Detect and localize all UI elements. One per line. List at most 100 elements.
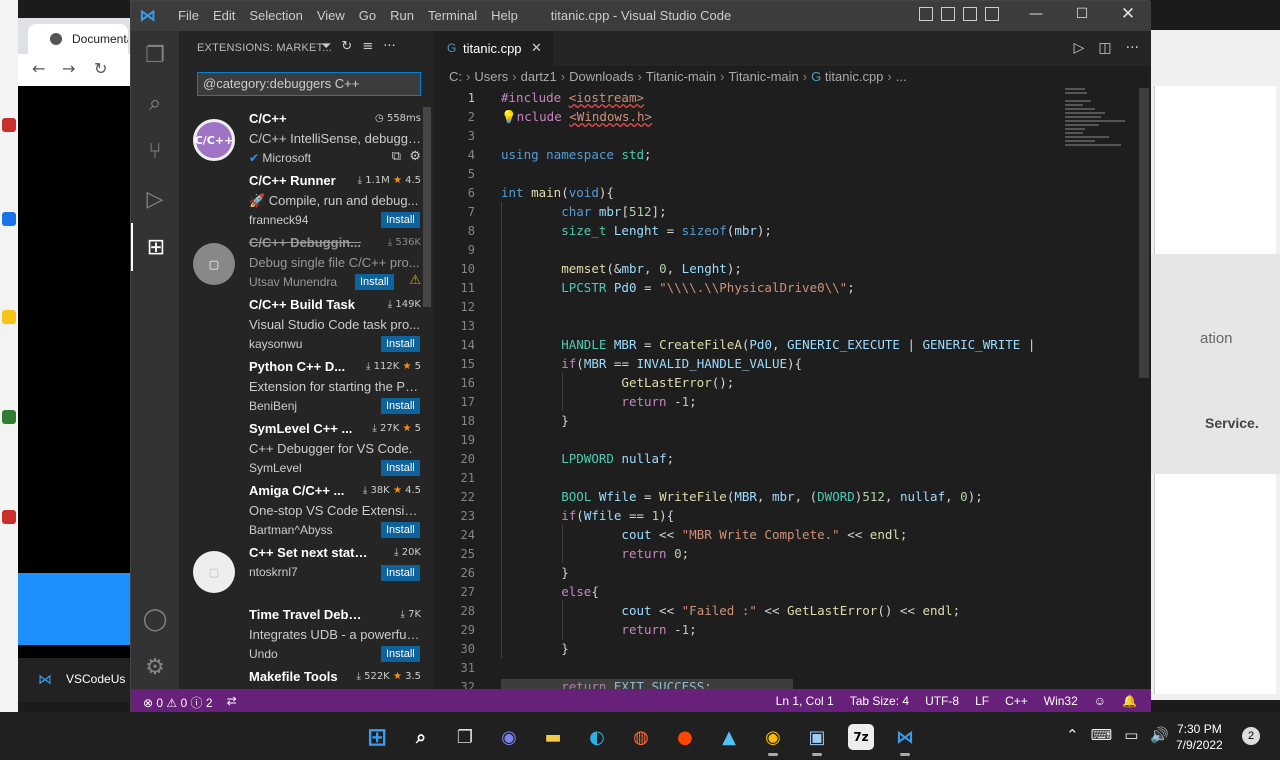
deprecated-warning-icon[interactable]: ⚠ — [409, 273, 421, 288]
sidebar-scrollbar[interactable] — [423, 107, 431, 307]
notification-badge[interactable]: 2 — [1242, 727, 1260, 745]
extension-item[interactable]: SymLevel C++ ... ⤓ 27K ★ 5 C++ Debugger … — [179, 417, 433, 479]
install-button[interactable]: Install — [381, 646, 420, 662]
extensions-search-input[interactable]: @category:debuggers C++ — [197, 72, 421, 96]
install-button[interactable]: Install — [381, 522, 420, 538]
file-explorer-icon[interactable]: ▬ — [540, 724, 566, 750]
extension-item[interactable]: C/C++ Runner ⤓ 1.1M ★ 4.5 🚀 Compile, run… — [179, 169, 433, 231]
breadcrumb-item[interactable]: Titanic-main — [728, 69, 798, 84]
keyboard-icon[interactable]: ⌨ — [1091, 726, 1113, 744]
tab-titanic-cpp[interactable]: G titanic.cpp ✕ — [433, 31, 553, 66]
forward-arrow-icon[interactable]: → — [62, 59, 75, 78]
extension-item[interactable]: Makefile Tools ⤓ 522K ★ 3.5 — [179, 665, 433, 689]
close-tab-icon[interactable]: ✕ — [531, 40, 542, 56]
live-share-icon[interactable]: ⇄ — [227, 694, 237, 711]
photos-icon[interactable]: ▲ — [716, 724, 742, 750]
source-control-icon[interactable]: ⑂ — [131, 127, 179, 175]
reddit-icon[interactable]: ● — [672, 724, 698, 750]
platform-config[interactable]: Win32 — [1044, 694, 1078, 708]
reload-icon[interactable]: ↻ — [94, 59, 107, 78]
extension-settings-gear-icon[interactable]: ⚙ — [409, 149, 421, 164]
close-button[interactable]: ✕ — [1105, 1, 1151, 31]
maximize-button[interactable]: ☐ — [1059, 1, 1105, 31]
run-debug-icon[interactable]: ▷ — [131, 175, 179, 223]
search-icon[interactable]: ⌕ — [131, 79, 179, 127]
notifications-bell-icon[interactable]: 🔔 — [1122, 694, 1137, 708]
chrome-icon[interactable]: ◉ — [760, 724, 786, 756]
menu-go[interactable]: Go — [352, 1, 383, 30]
breadcrumb-item[interactable]: Users — [474, 69, 508, 84]
extensions-icon[interactable]: ⊞ — [131, 223, 179, 271]
minimap[interactable] — [1065, 88, 1139, 158]
menu-edit[interactable]: Edit — [206, 1, 242, 30]
editor-horizontal-scrollbar[interactable] — [501, 679, 793, 689]
accounts-icon[interactable]: ◯ — [131, 595, 179, 643]
search-icon[interactable]: ⌕ — [408, 724, 434, 750]
back-arrow-icon[interactable]: ← — [32, 59, 45, 78]
extension-item[interactable]: Amiga C/C++ ... ⤓ 38K ★ 4.5 One-stop VS … — [179, 479, 433, 541]
toggle-panel-icon[interactable] — [941, 7, 955, 21]
task-view-icon[interactable]: ❐ — [452, 724, 478, 750]
network-icon[interactable]: ▭ — [1124, 726, 1138, 744]
background-taskbar-item[interactable]: ⋈ VSCodeUs — [18, 658, 130, 702]
extension-item[interactable]: ▢ C++ Set next state... ⤓ 20K ntoskrnl7 … — [179, 541, 433, 603]
menu-terminal[interactable]: Terminal — [421, 1, 484, 30]
more-actions-icon[interactable]: ··· — [383, 39, 395, 54]
more-actions-icon[interactable]: ··· — [1126, 40, 1139, 56]
filter-icon[interactable]: ⏷ — [321, 39, 331, 54]
breadcrumb-item[interactable]: dartz1 — [521, 69, 557, 84]
problems-indicator[interactable]: ⊗ 0 ⚠ 0 ⓘ 2 — [143, 694, 213, 711]
volume-icon[interactable]: 🔊 — [1150, 726, 1169, 744]
install-button[interactable]: Install — [381, 460, 420, 476]
feedback-icon[interactable]: ☺ — [1094, 694, 1106, 708]
cursor-position[interactable]: Ln 1, Col 1 — [776, 694, 834, 708]
install-button[interactable]: Install — [355, 274, 394, 290]
toggle-secondary-sidebar-icon[interactable] — [963, 7, 977, 21]
customize-layout-icon[interactable] — [985, 7, 999, 21]
extension-item[interactable]: ▢ C/C++ Debuggin... ⤓ 536K Debug single … — [179, 231, 433, 293]
language-mode[interactable]: C++ — [1005, 694, 1028, 708]
encoding[interactable]: UTF-8 — [925, 694, 959, 708]
breadcrumb-item[interactable]: C: — [449, 69, 462, 84]
run-code-icon[interactable]: ▷ — [1074, 40, 1085, 56]
breadcrumb-item[interactable]: Downloads — [569, 69, 633, 84]
breadcrumb-item[interactable]: Titanic-main — [646, 69, 716, 84]
breadcrumb-item[interactable]: titanic.cpp — [825, 69, 884, 84]
install-button[interactable]: Install — [381, 398, 420, 414]
edge-icon[interactable]: ◐ — [584, 724, 610, 750]
chevron-up-icon[interactable]: ⌃ — [1066, 726, 1079, 744]
menu-help[interactable]: Help — [484, 1, 525, 30]
toggle-sidebar-icon[interactable] — [919, 7, 933, 21]
windows-start-icon[interactable]: ⊞ — [364, 723, 390, 751]
minimize-button[interactable]: — — [1013, 1, 1059, 31]
clear-results-icon[interactable]: ≡ — [362, 39, 373, 54]
menu-view[interactable]: View — [310, 1, 352, 30]
breadcrumb-item[interactable]: ... — [896, 69, 907, 84]
install-button[interactable]: Install — [381, 212, 420, 228]
teams-chat-icon[interactable]: ◉ — [496, 724, 522, 750]
menu-selection[interactable]: Selection — [242, 1, 309, 30]
clock[interactable]: 7:30 PM 7/9/2022 — [1176, 721, 1223, 753]
lightbulb-icon[interactable]: 💡 — [501, 109, 517, 124]
firefox-icon[interactable]: ◍ — [628, 724, 654, 750]
menu-run[interactable]: Run — [383, 1, 421, 30]
extension-item[interactable]: Time Travel Debug ... ⤓ 7K Integrates UD… — [179, 603, 433, 665]
install-button[interactable]: Install — [381, 565, 420, 581]
explorer-icon[interactable]: ❐ — [131, 31, 179, 79]
refresh-icon[interactable]: ↻ — [341, 39, 352, 54]
menu-file[interactable]: File — [171, 1, 206, 30]
manage-gear-icon[interactable]: ⚙ — [131, 643, 179, 691]
split-editor-icon[interactable]: ◫ — [1098, 40, 1111, 56]
end-of-line[interactable]: LF — [975, 694, 989, 708]
sync-ignored-icon[interactable]: ⧉ — [392, 149, 401, 164]
tab-size[interactable]: Tab Size: 4 — [850, 694, 909, 708]
vscode-icon[interactable]: ⋈ — [892, 724, 918, 756]
extension-item[interactable]: C/C++ C/C++ ◷ 558ms C/C++ IntelliSense, … — [179, 107, 433, 169]
editor-vertical-scrollbar[interactable] — [1139, 88, 1149, 378]
extension-item[interactable]: Python C++ D... ⤓ 112K ★ 5 Extension for… — [179, 355, 433, 417]
extension-item[interactable]: C/C++ Build Task ⤓ 149K Visual Studio Co… — [179, 293, 433, 355]
installer-icon[interactable]: ▣ — [804, 724, 830, 756]
install-button[interactable]: Install — [381, 336, 420, 352]
7zip-icon[interactable]: 7z — [848, 724, 874, 750]
browser-tab[interactable]: Documentati — [28, 24, 128, 54]
